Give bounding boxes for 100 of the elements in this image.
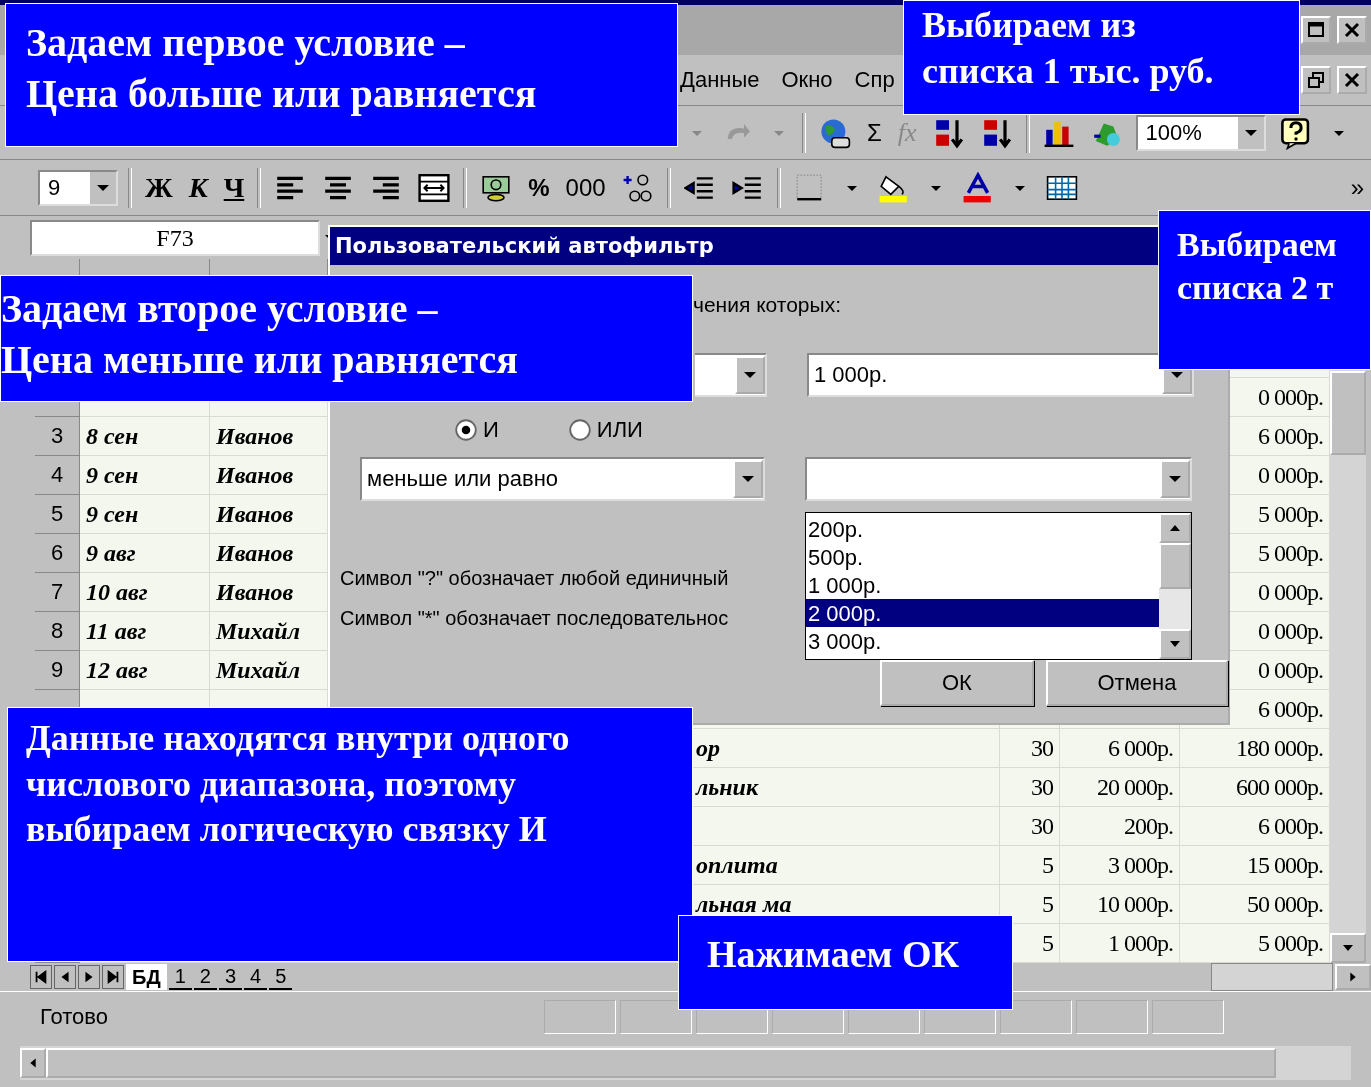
previous-sheet-button[interactable] [54,965,76,989]
table-cell: 11 авг [80,612,210,651]
scroll-down-button[interactable] [1330,933,1366,963]
merge-icon[interactable] [418,171,451,204]
table-cell: 5 [1000,885,1060,924]
radio-option[interactable]: ИЛИ [568,415,643,445]
row-header: 7 [35,573,80,612]
row-header: 9 [35,651,80,690]
status-text: Готово [40,1004,109,1030]
underline-button[interactable]: Ч [220,171,248,204]
table-cell: 30 [1000,768,1060,807]
list-option[interactable]: 2 000р. [806,599,1159,627]
table-cell: 9 сен [80,495,210,534]
table-cell: 5 [1000,846,1060,885]
close-button[interactable] [1337,16,1367,44]
caret-icon [742,476,754,482]
scroll-up-button[interactable] [1159,513,1191,543]
prompt-text: чения которых: [693,293,842,318]
table-cell: 20 000р. [1060,768,1180,807]
percent-button[interactable]: % [525,173,553,202]
close-icon [1342,70,1362,90]
row-header: 3 [35,417,80,456]
font-color-icon[interactable] [961,171,994,204]
maximize-button[interactable] [1301,16,1331,44]
hint-text: Символ "*" обозначает последовательнос [340,607,729,631]
first-icon [33,969,49,985]
radio-icon[interactable] [455,419,477,441]
table-cell: Иванов [210,417,328,456]
table-cell: 5 000р. [1180,924,1330,963]
table-cell: Михайл [210,612,328,651]
callout-text: Выбираем списка 2 т [1177,225,1337,309]
scroll-left-button[interactable] [20,1048,46,1078]
close-button[interactable] [1337,66,1367,94]
row-header: 8 [35,612,80,651]
globe-icon[interactable] [819,116,851,149]
dropdown-field[interactable]: 1 000р. [807,353,1194,397]
table-cell: Иванов [210,573,328,612]
ok-button[interactable]: ОК [880,660,1034,706]
table-cell: Иванов [210,534,328,573]
maximize-icon [1306,20,1326,40]
table-cell: 10 авг [80,573,210,612]
cancel-button[interactable]: Отмена [1045,660,1228,706]
first-sheet-button[interactable] [30,965,52,989]
italic-button[interactable]: К [185,171,211,204]
hint-text: Символ "?" обозначает любой единичный [340,567,729,591]
row-header: 4 [35,456,80,495]
restore-button[interactable] [1301,66,1331,94]
radio-icon[interactable] [568,419,591,441]
last-sheet-button[interactable] [102,965,124,989]
more-button[interactable]: » [1347,173,1367,202]
table-cell: 12 авг [80,651,210,690]
table-cell: 15 000р. [1180,846,1330,885]
close-icon [1342,20,1362,40]
scrollbar-thumb[interactable] [1159,543,1191,589]
scrollbar-thumb[interactable] [1330,371,1366,455]
callout-text: Данные находятся внутри одного числового диапазона, поэтому выбираем логическую связку И [26,717,570,852]
menu-item[interactable]: Данные [680,67,760,93]
row-header: 5 [35,495,80,534]
menu-item[interactable]: Спр [854,67,895,93]
table-cell: 30 [1000,807,1060,846]
table-cell: льник [690,768,1000,807]
name-box[interactable]: F73 [30,219,320,256]
callout-text: Нажимаем ОК [707,932,959,977]
table-cell: 600 000р. [1180,768,1330,807]
decimal-icon[interactable] [621,171,654,204]
scrollbar-thumb[interactable] [46,1048,1276,1078]
status-panel [1152,1000,1224,1034]
next-sheet-button[interactable] [78,965,100,989]
dropdown-field[interactable] [805,457,1192,501]
thousands-button[interactable]: 000 [562,173,609,202]
table-cell: 10 000р. [1060,885,1180,924]
caret-icon [744,372,756,378]
table-cell: ор [690,729,1000,768]
sheet-tab[interactable]: БД [126,964,167,990]
caret-icon [1244,129,1257,136]
last-icon [105,969,121,985]
caret-icon [97,184,109,191]
radio-option[interactable]: И [455,415,499,445]
scroll-right-button[interactable] [1335,964,1371,990]
menu-item[interactable]: Окно [781,67,833,93]
table-cell: 6 000р. [1060,729,1180,768]
sum-button[interactable]: Σ [864,118,885,147]
bold-button[interactable]: Ж [142,171,176,204]
zoom-field[interactable]: 100% [1135,114,1266,151]
table-cell: 50 000р. [1180,885,1330,924]
table-cell: 3 000р. [1060,846,1180,885]
font-size-field[interactable]: 9 [38,169,118,206]
scroll-down-button[interactable] [1159,629,1191,659]
caret-icon [1171,372,1183,378]
table-cell: оплита [690,846,1000,885]
callout-text: Задаем второе условие – Цена меньше или равняется [1,285,518,384]
table-cell: 1 000р. [1060,924,1180,963]
dropdown-field[interactable]: меньше или равно [360,457,765,501]
table-cell: 6 000р. [1180,807,1330,846]
status-panel [1076,1000,1148,1034]
restore-icon [1306,70,1326,90]
table-cell: 180 000р. [1180,729,1330,768]
callout-text: Выбираем из списка 1 тыс. руб. [922,4,1214,93]
table-cell: Иванов [210,456,328,495]
dropdown-field[interactable] [695,353,767,397]
